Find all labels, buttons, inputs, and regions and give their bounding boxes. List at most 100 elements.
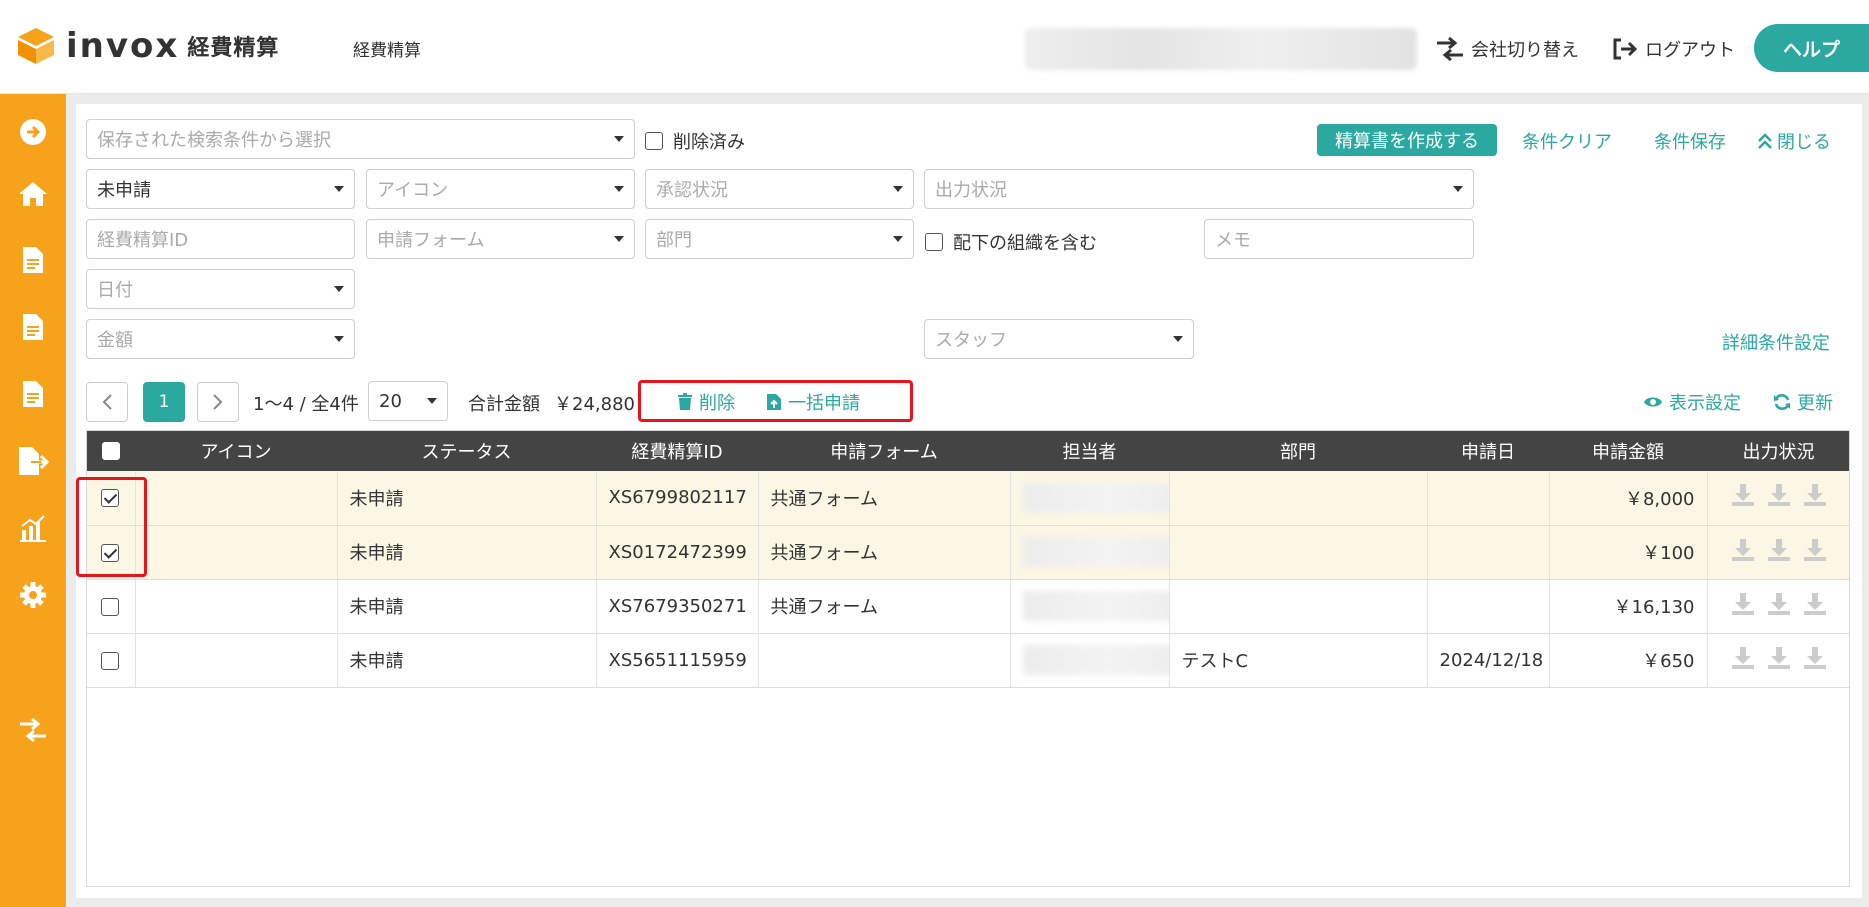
document-icon[interactable]: [17, 244, 49, 276]
column-header[interactable]: 出力状況: [1707, 430, 1850, 471]
gear-icon[interactable]: [17, 579, 49, 611]
document-icon[interactable]: [17, 378, 49, 410]
amount-cell: ￥16,130: [1549, 579, 1708, 634]
icon-select-placeholder: アイコン: [377, 180, 449, 201]
column-header[interactable]: 担当者: [1010, 430, 1169, 471]
expense-id-cell[interactable]: XS5651115959: [596, 633, 759, 688]
highlight-selected-checkboxes: [76, 477, 147, 577]
download-icon[interactable]: [1767, 646, 1791, 670]
staff-select[interactable]: スタッフ: [924, 319, 1194, 359]
checkbox-box[interactable]: [925, 233, 943, 251]
saved-search-select[interactable]: 保存された検索条件から選択: [86, 119, 635, 159]
chevron-left-icon: [102, 394, 112, 410]
include-sub-org-checkbox[interactable]: 配下の組織を含む: [925, 229, 1097, 255]
download-icon[interactable]: [1731, 538, 1755, 562]
home-icon[interactable]: [17, 178, 49, 210]
assignee-cell: [1010, 525, 1170, 580]
department-select[interactable]: 部門: [645, 219, 914, 259]
download-icon[interactable]: [1767, 592, 1791, 616]
download-icon[interactable]: [1731, 646, 1755, 670]
status-cell: 未申請: [337, 579, 597, 634]
table-row[interactable]: 未申請 XS5651115959 テストC 2024/12/18 ￥650: [86, 633, 1850, 688]
display-settings-link[interactable]: 表示設定: [1643, 389, 1741, 415]
help-button[interactable]: ヘルプ: [1754, 24, 1869, 72]
icon-select[interactable]: アイコン: [366, 169, 635, 209]
close-filters-link[interactable]: 閉じる: [1757, 128, 1831, 154]
logout-link[interactable]: ログアウト: [1611, 36, 1735, 62]
approval-status-select[interactable]: 承認状況: [645, 169, 914, 209]
close-label: 閉じる: [1777, 132, 1831, 153]
row-checkbox[interactable]: [101, 597, 120, 616]
column-header[interactable]: 申請日: [1427, 430, 1549, 471]
per-page-select[interactable]: 20: [368, 381, 448, 421]
icon-cell: [135, 579, 338, 634]
prev-page-button[interactable]: [86, 382, 128, 422]
row-select-cell[interactable]: [86, 579, 136, 634]
download-icon[interactable]: [1731, 592, 1755, 616]
expand-arrow-icon[interactable]: [17, 116, 49, 148]
page-1-button[interactable]: 1: [143, 382, 185, 422]
output-status-select[interactable]: 出力状況: [924, 169, 1474, 209]
output-placeholder: 出力状況: [935, 180, 1007, 201]
assignee-cell: [1010, 579, 1170, 634]
assignee-cell: [1010, 633, 1170, 688]
next-page-button[interactable]: [197, 382, 239, 422]
column-header[interactable]: アイコン: [135, 430, 337, 471]
export-document-icon[interactable]: [17, 445, 49, 477]
date-select[interactable]: 日付: [86, 269, 355, 309]
form-cell: [758, 633, 1011, 688]
download-icon[interactable]: [1803, 592, 1827, 616]
row-checkbox[interactable]: [101, 651, 120, 670]
download-icon[interactable]: [1803, 646, 1827, 670]
document-icon[interactable]: [17, 311, 49, 343]
amount-select[interactable]: 金額: [86, 319, 355, 359]
expense-id-cell[interactable]: XS0172472399: [596, 525, 759, 580]
column-header[interactable]: 経費精算ID: [596, 430, 758, 471]
select-all-header[interactable]: [86, 430, 135, 471]
chart-icon[interactable]: [17, 512, 49, 544]
table-row[interactable]: 未申請 XS6799802117 共通フォーム ￥8,000: [86, 471, 1850, 526]
checkbox-box[interactable]: [645, 132, 663, 150]
switch-company-link[interactable]: 会社切り替え: [1435, 36, 1579, 62]
create-report-button[interactable]: 精算書を作成する: [1317, 124, 1497, 156]
refresh-link[interactable]: 更新: [1773, 389, 1833, 415]
expense-id-cell[interactable]: XS6799802117: [596, 471, 759, 526]
table-row[interactable]: 未申請 XS0172472399 共通フォーム ￥100: [86, 525, 1850, 580]
column-header[interactable]: 申請フォーム: [758, 430, 1010, 471]
refresh-icon: [1774, 394, 1790, 410]
per-page-value: 20: [379, 390, 402, 412]
invox-logo[interactable]: invox 経費精算: [16, 26, 279, 66]
column-header[interactable]: 部門: [1169, 430, 1427, 471]
clear-conditions-link[interactable]: 条件クリア: [1522, 128, 1612, 154]
download-icon[interactable]: [1803, 538, 1827, 562]
top-header: invox 経費精算 経費精算 会社切り替え ログアウト ヘルプ: [0, 0, 1869, 94]
advanced-conditions-link[interactable]: 詳細条件設定: [1722, 329, 1830, 355]
output-status-cell: [1707, 633, 1850, 688]
download-icon[interactable]: [1731, 483, 1755, 507]
highlight-action-buttons: [638, 380, 913, 422]
switch-company-icon[interactable]: [17, 714, 49, 746]
caret-down-icon: [893, 186, 903, 192]
row-select-cell[interactable]: [86, 633, 136, 688]
column-header[interactable]: 申請金額: [1549, 430, 1707, 471]
output-status-cell: [1707, 525, 1850, 580]
download-icon[interactable]: [1767, 538, 1791, 562]
table-row[interactable]: 未申請 XS7679350271 共通フォーム ￥16,130: [86, 579, 1850, 634]
deleted-checkbox[interactable]: 削除済み: [645, 128, 745, 154]
expense-id-input[interactable]: 経費精算ID: [86, 219, 355, 259]
expense-id-cell[interactable]: XS7679350271: [596, 579, 759, 634]
save-conditions-link[interactable]: 条件保存: [1654, 128, 1726, 154]
approval-placeholder: 承認状況: [656, 180, 728, 201]
include-sub-label: 配下の組織を含む: [953, 233, 1097, 254]
select-all-checkbox[interactable]: [101, 442, 120, 460]
form-placeholder: 申請フォーム: [377, 230, 485, 251]
status-select[interactable]: 未申請: [86, 169, 355, 209]
column-header[interactable]: ステータス: [337, 430, 596, 471]
caret-down-icon: [427, 398, 437, 404]
expense-table: アイコン ステータス 経費精算ID 申請フォーム 担当者 部門 申請日 申請金額…: [86, 430, 1850, 688]
download-icon[interactable]: [1767, 483, 1791, 507]
form-select[interactable]: 申請フォーム: [366, 219, 635, 259]
download-icon[interactable]: [1803, 483, 1827, 507]
assignee-name-redacted: [1022, 537, 1168, 567]
memo-input[interactable]: メモ: [1204, 219, 1474, 259]
